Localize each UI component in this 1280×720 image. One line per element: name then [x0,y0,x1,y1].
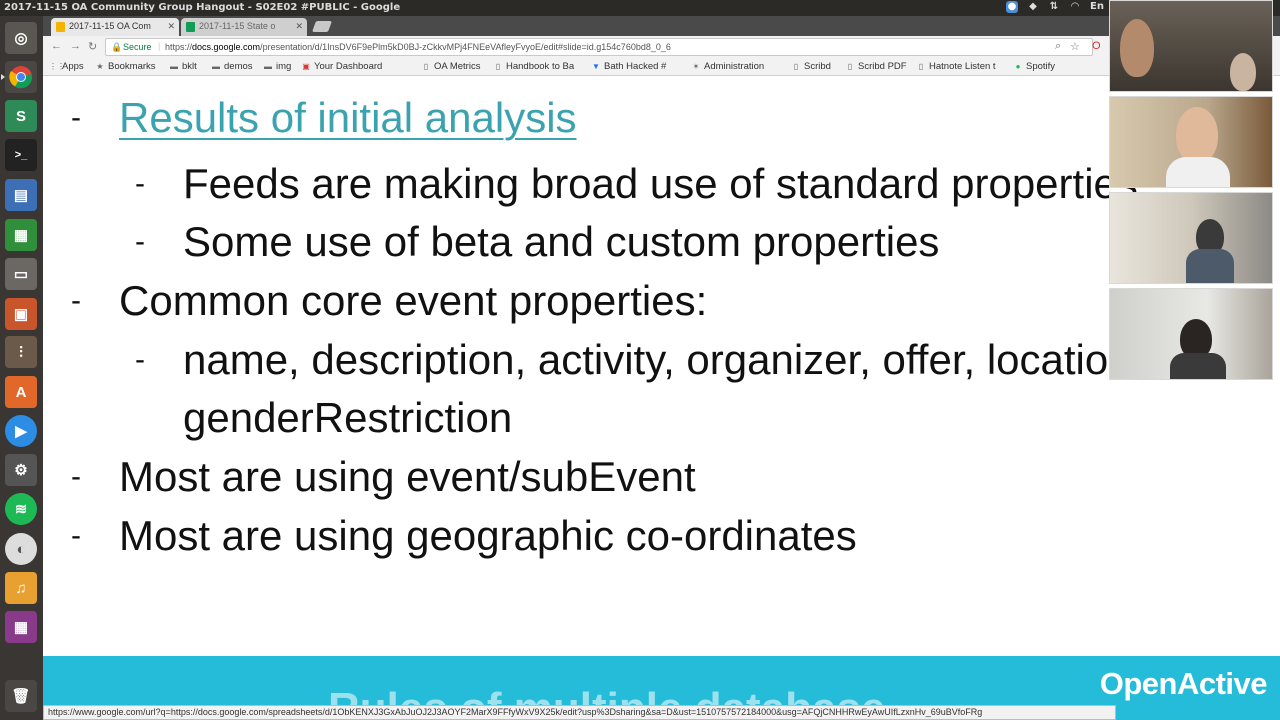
participant-video-2[interactable] [1109,96,1273,188]
tab-strip: 2017-11-15 OA Com ✕ 2017-11-15 State o ✕ [43,16,1280,36]
bookmark-bklt[interactable]: ▬ bklt [169,61,197,72]
opera-extension-icon[interactable]: O [1092,40,1101,52]
star-icon: ★ [96,62,104,71]
file-manager-icon[interactable]: ▭ [5,258,37,290]
tab-state[interactable]: 2017-11-15 State o ✕ [181,18,307,36]
openactive-logo: OpenActive [1099,666,1268,701]
bullet-properties-cont: genderRestriction [183,394,513,441]
forward-arrow-icon[interactable]: → [70,40,81,52]
participant-avatar [1176,107,1218,163]
bookmark-your-dashboard[interactable]: ▣ Your Dashboard [301,61,382,72]
system-top-panel: 2017-11-15 OA Community Group Hangout - … [0,0,1280,16]
address-bar[interactable]: 🔒 Secure | https://docs.google.com/prese… [105,38,1093,56]
sheets-favicon-icon [186,22,195,32]
tab-slides[interactable]: 2017-11-15 OA Com ✕ [51,18,179,36]
bullet-subevent: Most are using event/subEvent [119,453,696,500]
apps-grid-icon: ⋮⋮ [49,62,65,71]
hacked-icon: ▼ [592,62,600,71]
bookmark-bookmarks[interactable]: ★ Bookmarks [95,61,155,72]
close-tab-icon[interactable]: ✕ [167,21,175,32]
reload-icon[interactable]: ↻ [88,40,97,53]
page-icon: ▯ [495,62,501,71]
chrome-icon[interactable] [1,61,37,93]
link-status-bar: https://www.google.com/url?q=https://doc… [43,705,1116,720]
tab-label: 2017-11-15 OA Com [69,21,151,31]
audio-app-icon[interactable]: ♫ [5,572,37,604]
page-icon: ▯ [423,62,429,71]
folder-icon: ▬ [264,62,272,71]
bookmark-hatnote[interactable]: ▯ Hatnote Listen t [916,61,996,72]
new-tab-button[interactable] [311,21,333,32]
spotify-icon[interactable]: ≋ [5,493,37,525]
bullet-common-core: Common core event properties: [119,277,708,324]
secure-label: Secure [123,42,152,52]
admin-icon: ✶ [692,62,700,71]
bookmark-bath-hacked[interactable]: ▼ Bath Hacked # [591,61,666,72]
browser-window: 2017-11-15 OA Com ✕ 2017-11-15 State o ✕… [43,16,1280,76]
writer-document-icon[interactable]: ▤ [5,179,37,211]
impress-presentation-icon[interactable]: ▣ [5,298,37,330]
window-title: 2017-11-15 OA Community Group Hangout - … [4,2,404,13]
folder-icon: ▬ [170,62,178,71]
dashboard-icon: ▣ [302,62,310,71]
slide-heading-link[interactable]: Results of initial analysis [119,94,577,142]
back-arrow-icon[interactable]: ← [51,40,62,52]
sublime-s-icon[interactable]: S [5,100,37,132]
bookmark-apps[interactable]: ⋮⋮ Apps [49,61,84,72]
page-icon: ▯ [793,62,799,71]
bookmarks-bar: ⋮⋮ Apps ★ Bookmarks ▬ bklt ▬ demos ▬ img ▣ You… [43,58,1280,76]
bookmark-oa-metrics[interactable]: ▯ OA Metrics [421,61,481,72]
folder-icon: ▬ [212,62,220,71]
trash-icon[interactable]: 🗑 [5,680,37,712]
wifi-icon[interactable]: ◠ [1069,1,1081,13]
dash-home-icon[interactable]: ◎ [5,22,37,54]
slides-favicon-icon [56,22,65,32]
toolbar: ← → ↻ 🔒 Secure | https://docs.google.com… [43,36,1280,58]
bookmark-handbook[interactable]: ▯ Handbook to Ba [493,61,574,72]
participant-video-3[interactable] [1109,192,1273,284]
transfer-arrows-icon[interactable]: ⇅ [1048,1,1060,13]
url-text: https://docs.google.com/presentation/d/1… [165,42,671,52]
bookmark-spotify[interactable]: ● Spotify [1013,61,1055,72]
participant-video-4[interactable] [1109,288,1273,380]
disk-drive-icon[interactable]: ◐ [5,533,37,565]
keyboard-layout-icon[interactable]: En [1090,1,1104,13]
tab-label: 2017-11-15 State o [199,21,276,31]
app-launcher: ◎ S >_ ▤ ▦ ▭ ▣ ⫶ A ▶ ⚙ ≋ ◐ ♫ ▦ 🗑 [0,16,43,720]
terminal-icon[interactable]: >_ [5,139,37,171]
page-icon: ▯ [918,62,924,71]
zoom-camera-icon[interactable]: ▶ [5,415,37,447]
bullet-beta: Some use of beta and custom properties [183,218,940,265]
bookmark-star-icon[interactable]: ☆ [1070,40,1080,53]
participant-avatar [1230,53,1256,91]
system-tray: ● ◆ ⇅ ◠ En [1006,1,1104,13]
bookmark-demos[interactable]: ▬ demos [211,61,253,72]
settings-sliders-icon[interactable]: ⫶ [5,336,37,368]
bookmark-img[interactable]: ▬ img [263,61,291,72]
bullet-feeds: Feeds are making broad use of standard p… [183,160,1138,207]
bookmark-scribd-pdf[interactable]: ▯ Scribd PDF [845,61,907,72]
bullet-geo: Most are using geographic co-ordinates [119,512,857,559]
page-icon: ▯ [847,62,853,71]
close-tab-icon[interactable]: ✕ [295,21,303,32]
participant-avatar [1120,19,1154,77]
zoom-magnifier-icon[interactable]: ⌕ [1055,40,1061,53]
system-settings-icon[interactable]: ⚙ [5,454,37,486]
bookmark-scribd[interactable]: ▯ Scribd [791,61,831,72]
workspace-switcher-icon[interactable]: ▦ [5,611,37,643]
calc-spreadsheet-icon[interactable]: ▦ [5,219,37,251]
bookmark-administration[interactable]: ✶ Administration [691,61,765,72]
lock-icon: 🔒 [111,42,123,52]
participant-video-1[interactable] [1109,0,1273,92]
chat-indicator-icon[interactable]: ● [1006,1,1018,13]
spotify-icon: ● [1015,62,1021,71]
software-center-icon[interactable]: A [5,376,37,408]
bullet-properties: name, description, activity, organizer, … [183,336,1132,383]
slide-canvas: - Results of initial analysis - Feeds ar… [43,76,1280,656]
dropbox-icon[interactable]: ◆ [1027,1,1039,13]
